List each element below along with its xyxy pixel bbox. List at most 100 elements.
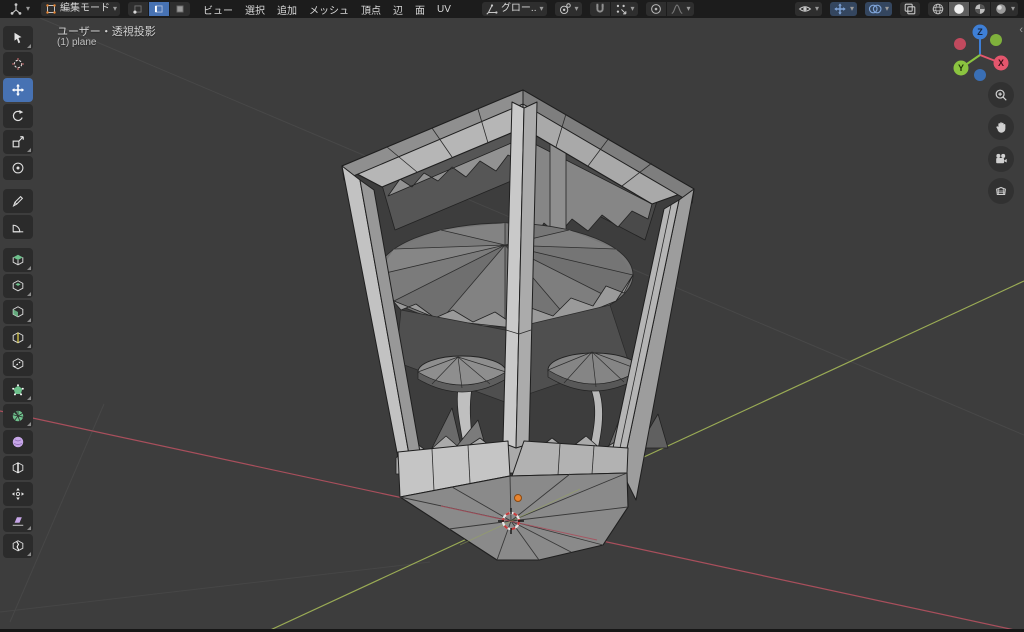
shading-wireframe-button[interactable]	[927, 2, 948, 16]
smooth-icon	[12, 436, 24, 448]
transform-icon	[12, 162, 24, 174]
xray-icon	[904, 3, 916, 15]
menu-face[interactable]: 面	[410, 0, 430, 19]
active-object-label: (1) plane	[57, 37, 97, 48]
shrink-fatten-icon	[11, 487, 25, 501]
edge-select-icon	[155, 5, 163, 13]
menu-edge[interactable]: 辺	[388, 0, 408, 19]
viewport-canvas[interactable]	[0, 18, 1024, 632]
chevron-down-icon: ▾	[686, 4, 691, 13]
navigation-gizmo[interactable]: Z X Y	[944, 18, 1016, 90]
tool-extrude-region[interactable]	[3, 248, 33, 272]
tool-bevel[interactable]	[3, 300, 33, 324]
gizmo-axes: Z X Y	[953, 24, 1009, 81]
shear-icon	[12, 516, 24, 526]
editor-type-selector[interactable]: ▾	[6, 2, 33, 16]
tool-tweak[interactable]	[3, 26, 33, 50]
transform-orientation-dropdown[interactable]: グロー.. ▾	[481, 2, 547, 16]
spin-icon	[12, 410, 24, 422]
menu-uv[interactable]: UV	[432, 2, 456, 17]
orientation-axes-icon	[486, 4, 498, 15]
select-mode-face[interactable]	[170, 2, 191, 16]
bevel-icon	[12, 306, 24, 318]
chevron-down-icon: ▾	[113, 4, 118, 13]
chevron-down-icon: ▾	[574, 4, 579, 13]
proportional-circle-icon	[650, 4, 661, 14]
tool-poly-build[interactable]	[3, 378, 33, 402]
perspective-toggle-button[interactable]	[988, 178, 1014, 204]
shading-rendered-button[interactable]: ▾	[990, 2, 1018, 16]
mode-label: 編集モード	[60, 3, 111, 14]
falloff-curve-icon	[671, 4, 683, 14]
select-mode-vertex[interactable]	[128, 2, 149, 16]
proportional-falloff-dropdown[interactable]: ▾	[666, 2, 694, 16]
snap-toggle[interactable]	[589, 2, 610, 16]
tool-shrink-fatten[interactable]	[3, 482, 33, 506]
tool-cursor[interactable]	[3, 52, 33, 76]
menu-add[interactable]: 追加	[272, 0, 302, 19]
tool-knife[interactable]	[3, 352, 33, 376]
tool-annotate[interactable]	[3, 189, 33, 213]
menu-select[interactable]: 選択	[240, 0, 270, 19]
gizmo-x-label: X	[998, 58, 1004, 68]
material-sphere-icon	[975, 4, 985, 14]
tool-edge-slide[interactable]	[3, 456, 33, 480]
chevron-down-icon: ▾	[814, 4, 819, 13]
inset-icon	[12, 280, 24, 292]
shading-material-button[interactable]	[969, 2, 990, 16]
tool-rotate[interactable]	[3, 104, 33, 128]
visibility-eye-icon	[798, 6, 812, 12]
pivot-icon	[559, 3, 571, 15]
wireframe-sphere-icon	[932, 3, 944, 15]
tool-loop-cut[interactable]	[3, 326, 33, 350]
tool-smooth[interactable]	[3, 430, 33, 454]
tool-spin[interactable]	[3, 404, 33, 428]
shading-solid-button[interactable]	[948, 2, 969, 16]
chevron-down-icon: ▾	[849, 4, 854, 13]
magnet-icon	[595, 3, 604, 13]
tool-move[interactable]	[3, 78, 33, 102]
mode-dropdown[interactable]: 編集モード ▾	[41, 2, 121, 16]
pan-button[interactable]	[988, 114, 1014, 140]
menu-vertex[interactable]: 頂点	[356, 0, 386, 19]
sidebar-toggle-arrow[interactable]: ‹	[1019, 24, 1023, 36]
snap-target-dropdown[interactable]: ▾	[610, 2, 638, 16]
annotate-pencil-icon	[12, 195, 24, 207]
proportional-editing-toggle[interactable]	[645, 2, 666, 16]
knife-icon	[12, 358, 24, 370]
tool-inset-faces[interactable]	[3, 274, 33, 298]
edge-slide-icon	[12, 462, 24, 474]
tool-measure[interactable]	[3, 215, 33, 239]
lantern-mesh[interactable]	[341, 89, 695, 561]
poly-build-icon	[12, 384, 24, 396]
select-mode-edge[interactable]	[149, 2, 170, 16]
tool-transform[interactable]	[3, 156, 33, 180]
menu-mesh[interactable]: メッシュ	[304, 0, 354, 19]
camera-view-button[interactable]	[988, 146, 1014, 172]
face-select-icon	[176, 5, 184, 13]
camera-icon	[996, 153, 1007, 164]
tool-rip-region[interactable]	[3, 534, 33, 558]
object-origin-point[interactable]	[514, 494, 522, 502]
rotate-icon	[12, 110, 24, 122]
show-gizmos-toggle[interactable]: ▾	[829, 2, 857, 16]
tool-shear[interactable]	[3, 508, 33, 532]
edit-mode-icon	[46, 4, 56, 14]
object-type-visibility-dropdown[interactable]: ▾	[794, 2, 822, 16]
pivot-point-dropdown[interactable]: ▾	[554, 2, 582, 16]
zoom-button[interactable]	[988, 82, 1014, 108]
menu-view[interactable]: ビュー	[198, 0, 238, 19]
rip-region-icon	[12, 540, 24, 552]
move-icon	[11, 83, 25, 97]
chevron-down-icon: ▾	[630, 4, 635, 13]
3d-cursor-icon	[12, 58, 24, 70]
vertex-select-icon	[133, 5, 142, 14]
tool-scale[interactable]	[3, 130, 33, 154]
orientation-label: グロー..	[500, 3, 537, 14]
magnifier-icon	[995, 89, 1007, 101]
rendered-sphere-icon	[996, 4, 1006, 14]
chevron-down-icon: ▾	[26, 4, 31, 13]
chevron-down-icon: ▾	[539, 4, 544, 13]
xray-toggle[interactable]	[899, 2, 920, 16]
show-overlays-toggle[interactable]: ▾	[864, 2, 892, 16]
